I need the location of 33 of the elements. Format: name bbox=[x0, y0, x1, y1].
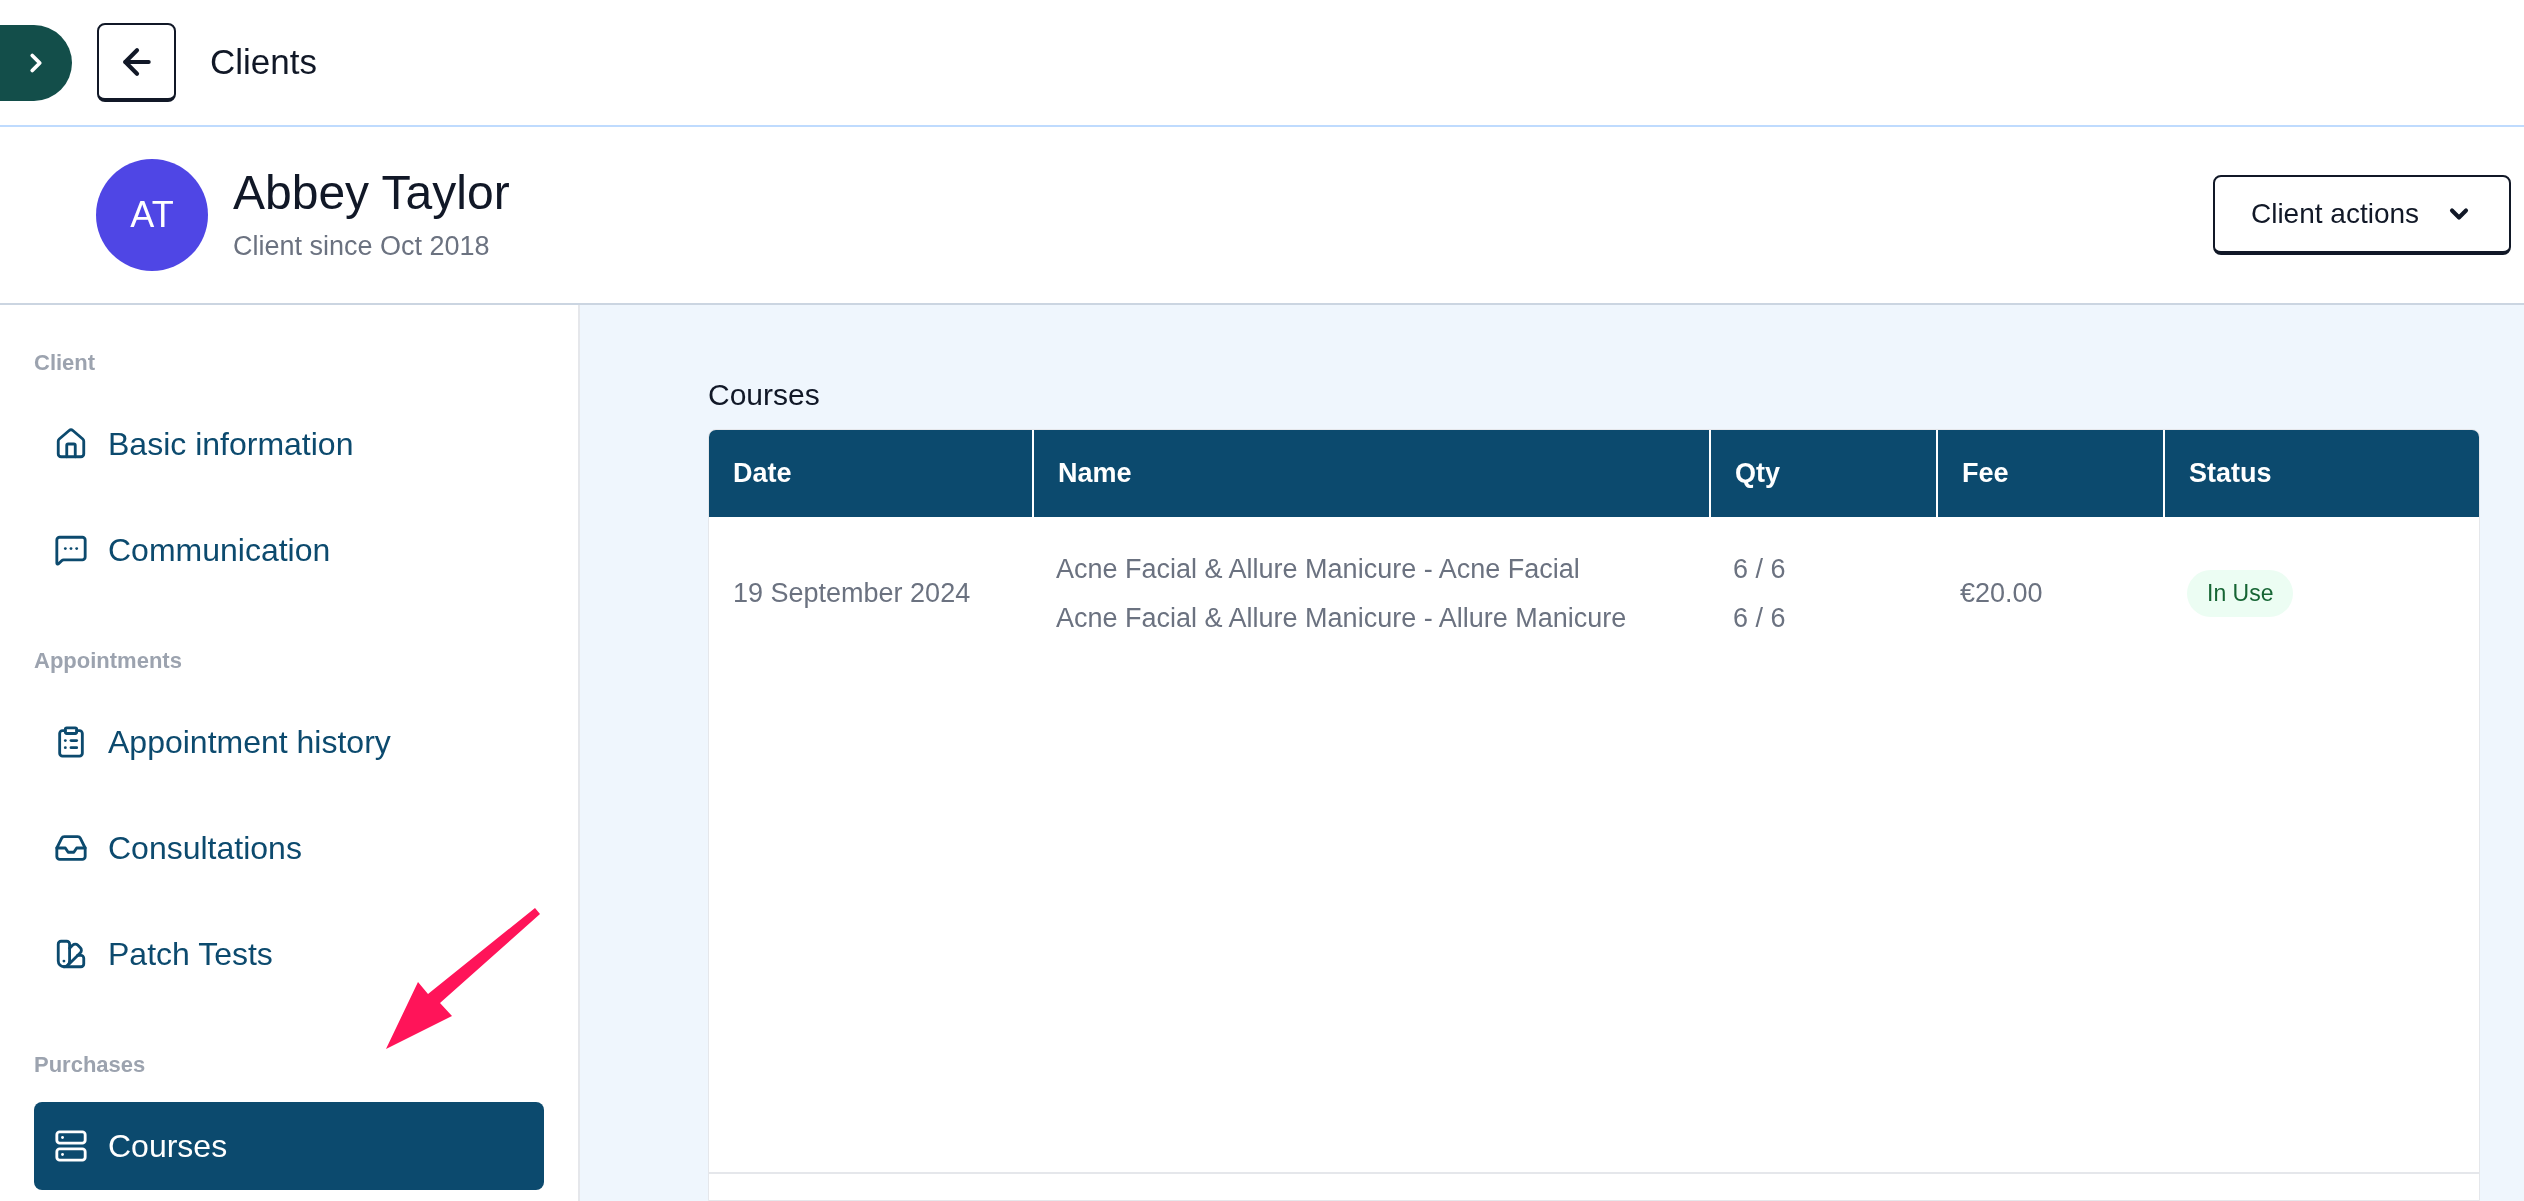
quantity: 6 / 6 bbox=[1733, 553, 1787, 586]
course-name: Acne Facial & Allure Manicure - Acne Facial bbox=[1056, 553, 1581, 586]
back-button[interactable] bbox=[97, 23, 176, 102]
quantity: 6 / 6 bbox=[1733, 601, 1787, 635]
column-header: Qty bbox=[1709, 430, 1936, 517]
sidebar-item[interactable]: Consultations bbox=[34, 804, 544, 892]
house-icon bbox=[54, 427, 88, 461]
fee-cell: €20.00 bbox=[1960, 578, 2043, 609]
sidebar-item[interactable]: Communication bbox=[34, 506, 544, 594]
client-actions-button[interactable]: Client actions bbox=[2213, 175, 2511, 255]
section-label: Appointments bbox=[34, 647, 182, 675]
chat-bubble-icon bbox=[54, 533, 88, 567]
course-name: Acne Facial & Allure Manicure - Allure Manicure bbox=[1056, 601, 1628, 635]
expand-button[interactable] bbox=[0, 24, 72, 101]
sidebar-item[interactable]: Courses bbox=[34, 1102, 544, 1190]
sidebar-item[interactable]: Appointment history bbox=[34, 698, 544, 786]
section-label: Client bbox=[34, 349, 96, 377]
stack-icon bbox=[54, 1129, 88, 1163]
swatch-icon bbox=[54, 937, 88, 971]
sidebar-item[interactable]: Basic information bbox=[34, 400, 544, 488]
client-since: Client since Oct 2018 bbox=[233, 229, 491, 263]
column-header: Name bbox=[1032, 430, 1709, 517]
page-title: Clients bbox=[210, 41, 317, 84]
column-header: Date bbox=[732, 457, 793, 491]
section-title: Courses bbox=[708, 377, 821, 413]
client-name: Abbey Taylor bbox=[233, 164, 510, 221]
column-header: Fee bbox=[1936, 430, 2163, 517]
column-header: Status bbox=[2163, 430, 2479, 517]
date-cell: 19 September 2024 bbox=[733, 578, 971, 609]
status-badge: In Use bbox=[2187, 570, 2294, 617]
avatar: AT bbox=[96, 159, 208, 271]
sidebar-item[interactable]: Patch Tests bbox=[34, 910, 544, 998]
section-label: Purchases bbox=[34, 1051, 146, 1079]
